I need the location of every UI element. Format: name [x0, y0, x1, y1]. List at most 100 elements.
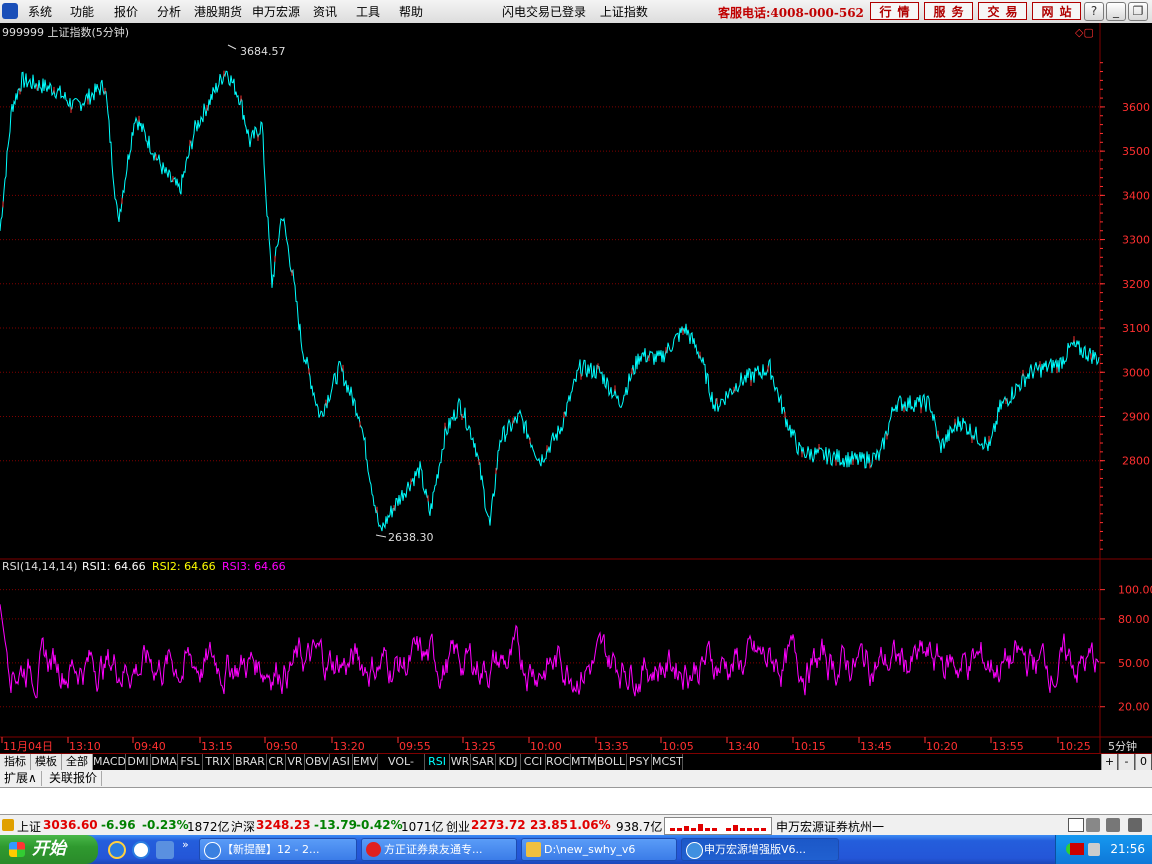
task-forum[interactable]: 【新提醒】12 - 2...	[199, 838, 357, 861]
time-tick-label: 13:10	[69, 740, 101, 753]
time-tick-label: 11月04日	[3, 740, 53, 753]
shield-icon[interactable]	[1088, 843, 1100, 856]
restore-button[interactable]: ❐	[1128, 2, 1148, 21]
chart-area[interactable]: 999999 上证指数(5分钟) ◇▢ 3600 3500 3400 3300 3200…	[0, 23, 1152, 753]
price-tick-label: 3200	[1122, 278, 1150, 291]
tab-brar[interactable]: BRAR	[234, 754, 267, 770]
tab-trix[interactable]: TRIX	[203, 754, 234, 770]
tab-dmi[interactable]: DMI	[126, 754, 151, 770]
tab-kdj[interactable]: KDJ	[496, 754, 521, 770]
help-window-button[interactable]: ?	[1084, 2, 1104, 21]
tab-fsl[interactable]: FSL	[178, 754, 203, 770]
task-founder[interactable]: 方正证券泉友通专...	[361, 838, 517, 861]
hs-index-amount: 1071亿	[401, 820, 444, 834]
tab-related-quotes[interactable]: 关联报价	[45, 771, 103, 786]
ie-icon[interactable]	[108, 841, 126, 859]
tab-wr[interactable]: WR	[450, 754, 471, 770]
website-button[interactable]: 网站	[1032, 2, 1081, 20]
broker-branch: 申万宏源证券杭州一	[776, 820, 885, 834]
browser-icon[interactable]	[132, 841, 150, 859]
reset-button[interactable]: 0	[1135, 754, 1152, 770]
rsi-tick-label: 50.00	[1118, 657, 1150, 670]
tab-roc[interactable]: ROC	[546, 754, 571, 770]
task-folder[interactable]: D:\new_swhy_v6	[521, 838, 677, 861]
service-button[interactable]: 服务	[924, 2, 973, 20]
high-marker-line	[227, 44, 237, 50]
rsi1-value: RSI1: 64.66	[82, 560, 146, 573]
tab-template[interactable]: 模板	[31, 754, 62, 770]
tab-asi[interactable]: ASI	[330, 754, 353, 770]
zoom-out-button[interactable]: -	[1118, 754, 1135, 770]
hs-index-pct: -0.42%	[356, 818, 403, 832]
chart-settings-icon[interactable]: ◇▢	[1075, 26, 1094, 39]
market-button[interactable]: 行情	[870, 2, 919, 20]
flag-icon[interactable]	[1070, 843, 1084, 855]
tab-cr[interactable]: CR	[267, 754, 286, 770]
task-swhy[interactable]: 申万宏源增强版V6...	[681, 838, 839, 861]
desktop-icon[interactable]	[156, 841, 174, 859]
trade-button[interactable]: 交易	[978, 2, 1027, 20]
menu-system[interactable]: 系统	[28, 3, 52, 20]
tab-psy[interactable]: PSY	[627, 754, 652, 770]
sh-index-pct: -0.23%	[142, 818, 189, 832]
hs-index-value: 3248.23	[256, 818, 311, 832]
time-axis: 11月04日 13:10 09:40 13:15 09:50 13:20 09:55 13:2…	[1, 737, 1137, 753]
hotline-text: 客服电话:4008-000-562	[718, 6, 864, 20]
trade-login-status: 闪电交易已登录	[502, 5, 587, 19]
tab-all[interactable]: 全部	[62, 754, 93, 770]
rsi-series-line	[0, 604, 1099, 699]
sh-index-change: -6.96	[101, 818, 136, 832]
menu-quote[interactable]: 报价	[114, 3, 138, 20]
sound-icon[interactable]	[1106, 818, 1120, 832]
time-tick-label: 13:40	[728, 740, 760, 753]
minimize-button[interactable]: _	[1106, 2, 1126, 21]
menu-swhy[interactable]: 申万宏源	[252, 3, 300, 20]
tab-macd[interactable]: MACD	[93, 754, 126, 770]
info-panel	[0, 788, 1152, 814]
menu-analysis[interactable]: 分析	[157, 3, 181, 20]
menu-hk-futures[interactable]: 港股期货	[194, 3, 242, 20]
tab-rsi[interactable]: RSI	[425, 754, 450, 770]
message-icon[interactable]	[1068, 818, 1084, 832]
price-tick-label: 3300	[1122, 234, 1150, 247]
low-marker-line	[375, 534, 387, 538]
price-axis: 3600 3500 3400 3300 3200 3100 3000 2900 2800	[1100, 62, 1150, 550]
tab-obv[interactable]: OBV	[305, 754, 330, 770]
windows-taskbar: 开始 » 【新提醒】12 - 2... 方正证券泉友通专... D:\new_s…	[0, 835, 1152, 864]
price-series-line	[0, 70, 1100, 532]
menu-help[interactable]: 帮助	[399, 3, 423, 20]
tab-cci[interactable]: CCI	[521, 754, 546, 770]
lock-icon[interactable]	[1128, 818, 1142, 832]
quicklaunch-more-icon[interactable]: »	[182, 838, 189, 851]
time-tick-label: 10:05	[662, 740, 694, 753]
time-tick-label: 13:55	[992, 740, 1024, 753]
index-bar-icon	[2, 819, 14, 831]
menu-news[interactable]: 资讯	[313, 3, 337, 20]
high-label: 3684.57	[240, 45, 286, 58]
sub-tab-bar: 扩展∧ 关联报价	[0, 770, 1152, 788]
tab-mtm[interactable]: MTM	[571, 754, 597, 770]
cy-index-amount: 938.7亿	[616, 820, 663, 834]
tab-dma[interactable]: DMA	[151, 754, 178, 770]
start-button[interactable]: 开始	[0, 835, 98, 864]
indicator-tab-bar: 指标 模板 全部 MACD DMI DMA FSL TRIX BRAR CR VR OBV ASI EMV…	[0, 753, 1152, 784]
tab-indicator[interactable]: 指标	[0, 754, 31, 770]
tab-mcst[interactable]: MCST	[652, 754, 683, 770]
menu-tools[interactable]: 工具	[356, 3, 380, 20]
menu-function[interactable]: 功能	[70, 3, 94, 20]
time-tick-label: 10:15	[794, 740, 826, 753]
time-tick-label: 13:15	[201, 740, 233, 753]
tab-emv[interactable]: EMV	[353, 754, 378, 770]
tab-vol-tdx[interactable]: VOL-TDX	[378, 754, 425, 784]
kline-chart[interactable]: 999999 上证指数(5分钟) ◇▢ 3600 3500 3400 3300 3200…	[0, 23, 1152, 753]
low-label: 2638.30	[388, 531, 434, 544]
zoom-in-button[interactable]: +	[1101, 754, 1118, 770]
rsi-tick-label: 20.00	[1118, 701, 1150, 714]
tab-boll[interactable]: BOLL	[596, 754, 627, 770]
time-tick-label: 13:35	[597, 740, 629, 753]
tab-vr[interactable]: VR	[286, 754, 305, 770]
network-icon[interactable]	[1086, 818, 1100, 832]
tab-extend[interactable]: 扩展∧	[0, 771, 42, 786]
tab-sar[interactable]: SAR	[471, 754, 496, 770]
price-tick-label: 3000	[1122, 366, 1150, 379]
